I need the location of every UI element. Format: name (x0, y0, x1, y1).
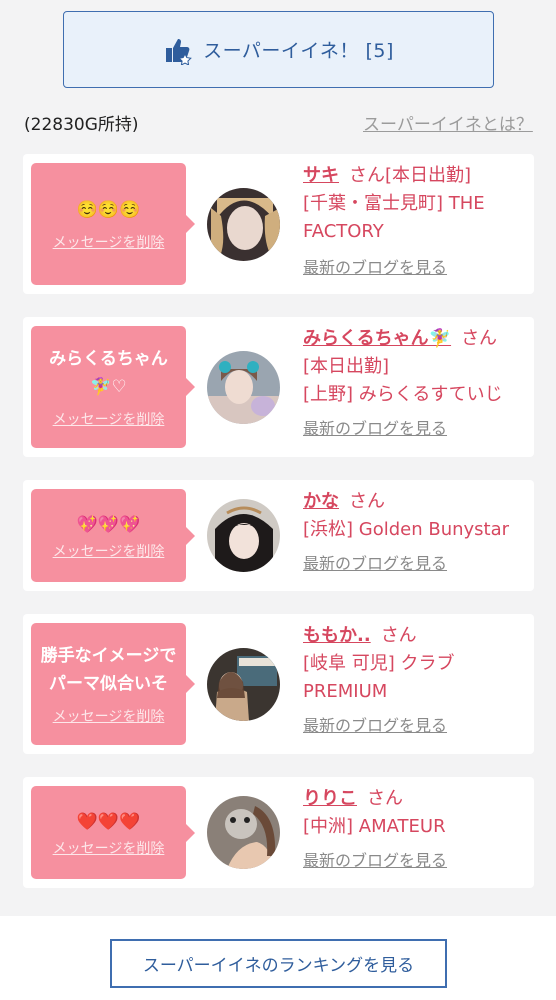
message-text: 💖💖💖 (76, 514, 141, 535)
girl-name-link[interactable]: りりこ (303, 788, 357, 809)
avatar[interactable] (207, 188, 280, 261)
super-like-button[interactable]: スーパーイイネ！ [5] (63, 11, 494, 88)
message-bubble: みらくるちゃん🧚‍♀️♡ メッセージを削除 (31, 326, 195, 448)
super-like-label: スーパーイイネ！ [5] (203, 40, 394, 62)
latest-blog-link[interactable]: 最新のブログを見る (303, 712, 528, 736)
message-bubble: ☺️☺️☺️ メッセージを削除 (31, 163, 195, 285)
latest-blog-link[interactable]: 最新のブログを見る (303, 415, 528, 439)
shop-text: [中洲] AMATEUR (303, 816, 446, 837)
thumbs-up-icon (166, 38, 192, 65)
message-card: ☺️☺️☺️ メッセージを削除 サキ さん[本日出勤] [千葉・富士見町] THE… (23, 154, 534, 294)
honorific: さん (367, 788, 403, 809)
message-bubble: ❤️❤️❤️ メッセージを削除 (31, 786, 195, 879)
gold-balance: (22830G所持) (24, 115, 139, 135)
message-card: ❤️❤️❤️ メッセージを削除 りりこ さん [中洲] AMATEUR 最新のブロ… (23, 777, 534, 888)
status-text: [本日出勤] (303, 356, 390, 377)
ranking-button[interactable]: スーパーイイネのランキングを見る (110, 939, 447, 988)
honorific: さん (461, 328, 498, 349)
avatar[interactable] (207, 351, 280, 424)
shop-text: [浜松] Golden Bunystar (303, 519, 510, 540)
shop-text: [岐阜 可児] クラブ PREMIUM (303, 653, 455, 702)
message-card: みらくるちゃん🧚‍♀️♡ メッセージを削除 みらくるちゃん🧚‍♀️ さん [本日出… (23, 317, 534, 457)
girl-info: かな さん [浜松] Golden Bunystar 最新のブログを見る (303, 488, 528, 574)
shop-text: [千葉・富士見町] THE FACTORY (303, 193, 485, 242)
shop-text: [上野] みらくるすていじ (303, 384, 503, 405)
girl-name-link[interactable]: みらくるちゃん🧚‍♀️ (303, 328, 451, 349)
message-card: 勝手なイメージでパーマ似合いそ メッセージを削除 ももか.. さん [岐阜 可児]… (23, 614, 534, 754)
delete-message-link[interactable]: メッセージを削除 (53, 838, 165, 858)
avatar[interactable] (207, 499, 280, 572)
message-text: 勝手なイメージでパーマ似合いそ (40, 646, 177, 694)
honorific: さん (380, 625, 417, 646)
message-bubble: 💖💖💖 メッセージを削除 (31, 489, 195, 582)
latest-blog-link[interactable]: 最新のブログを見る (303, 254, 528, 278)
girl-name-link[interactable]: かな (303, 491, 339, 512)
message-card: 💖💖💖 メッセージを削除 かな さん [浜松] Golden Bunystar 最… (23, 480, 534, 591)
latest-blog-link[interactable]: 最新のブログを見る (303, 550, 528, 574)
avatar[interactable] (207, 796, 280, 869)
message-text: ☺️☺️☺️ (76, 200, 141, 220)
girl-info: サキ さん[本日出勤] [千葉・富士見町] THE FACTORY 最新のブログを… (303, 162, 528, 278)
girl-info: ももか.. さん [岐阜 可児] クラブ PREMIUM 最新のブログを見る (303, 622, 528, 736)
message-bubble: 勝手なイメージでパーマ似合いそ メッセージを削除 (31, 623, 195, 745)
message-text: みらくるちゃん🧚‍♀️♡ (49, 349, 168, 397)
honorific: さん (349, 165, 385, 186)
delete-message-link[interactable]: メッセージを削除 (53, 706, 165, 726)
honorific: さん (349, 491, 385, 512)
girl-name-link[interactable]: サキ (303, 165, 339, 186)
message-text: ❤️❤️❤️ (76, 811, 141, 832)
latest-blog-link[interactable]: 最新のブログを見る (303, 847, 528, 871)
delete-message-link[interactable]: メッセージを削除 (53, 541, 165, 561)
girl-name-link[interactable]: ももか.. (303, 625, 371, 646)
delete-message-link[interactable]: メッセージを削除 (53, 409, 165, 429)
avatar[interactable] (207, 648, 280, 721)
status-text: [本日出勤] (385, 165, 472, 186)
girl-info: りりこ さん [中洲] AMATEUR 最新のブログを見る (303, 785, 528, 871)
about-super-like-link[interactable]: スーパーイイネとは？ (363, 110, 533, 135)
delete-message-link[interactable]: メッセージを削除 (53, 232, 165, 252)
girl-info: みらくるちゃん🧚‍♀️ さん [本日出勤] [上野] みらくるすていじ 最新のブロ… (303, 325, 528, 439)
